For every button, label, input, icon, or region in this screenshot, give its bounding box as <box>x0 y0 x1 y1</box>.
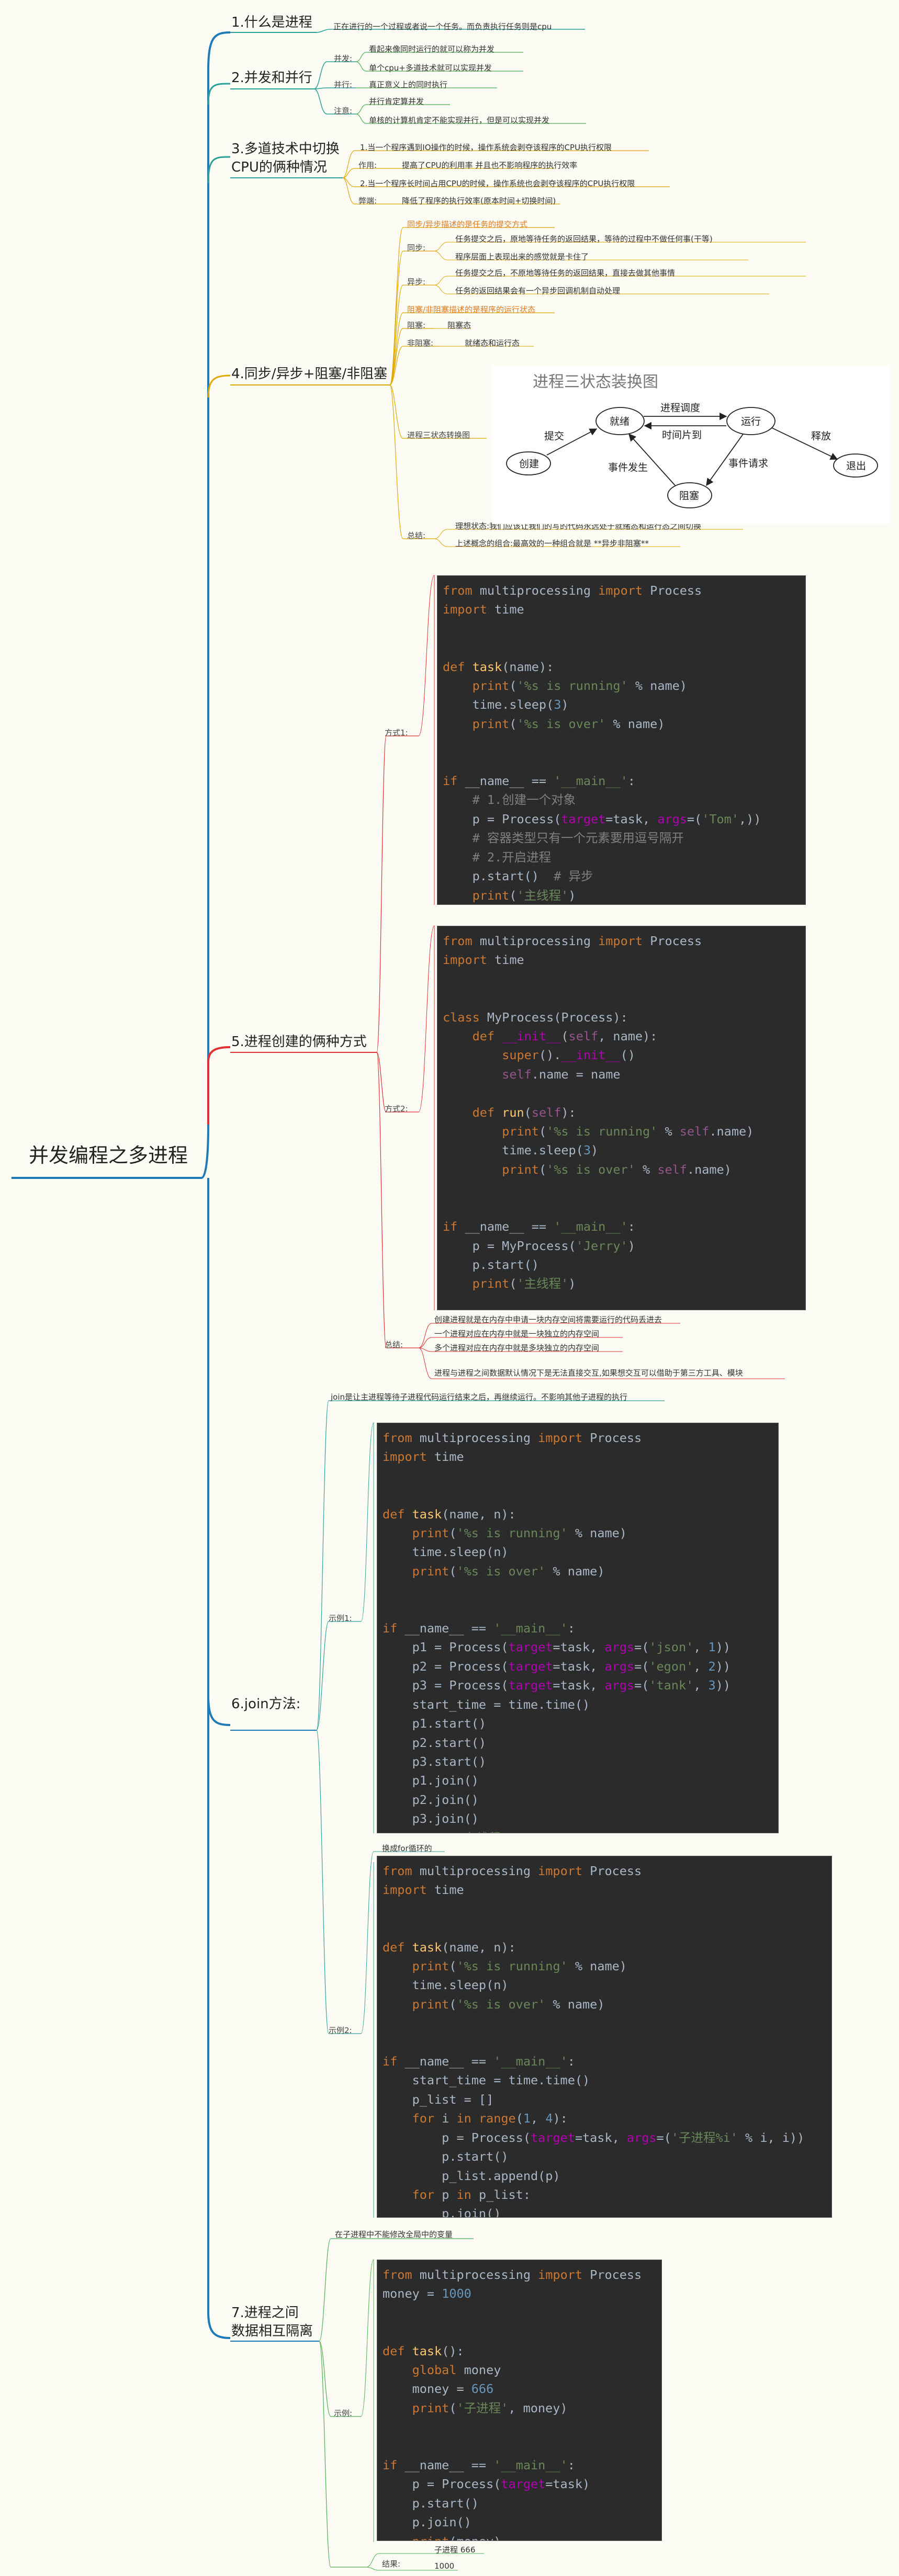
s4-block-label: 阻塞: <box>407 321 426 330</box>
s4-nonblock-item: 就绪态和运行态 <box>465 338 520 348</box>
s3-title-line2: CPU的俩种情况 <box>231 160 327 176</box>
s2-note-label: 注意: <box>334 106 353 116</box>
state-ready-label: 就绪 <box>610 416 630 427</box>
s4-async-label: 异步: <box>407 277 426 287</box>
section-4-title[interactable]: 4.同步/异步+阻塞/非阻塞 <box>231 365 387 383</box>
s6-ex1-label: 示例1: <box>329 1614 352 1623</box>
label-event-request: 事件请求 <box>728 458 768 469</box>
s4-async-item: 任务提交之后，不原地等待任务的返回结果，直接去做其他事情 <box>455 268 676 278</box>
s7-result-item: 子进程 666 <box>434 2545 476 2555</box>
s6-desc: join是让主进程等待子进程代码运行结束之后，再继续运行。不影响其他子进程的执行 <box>331 1392 628 1402</box>
code-block-way2[interactable]: from multiprocessing import Process impo… <box>437 926 806 1310</box>
s5-summary-item: 进程与进程之间数据默认情况下是无法直接交互,如果想交互可以借助于第三方工具、模块 <box>434 1368 743 1378</box>
s3-drawback-label: 弊端: <box>358 196 377 206</box>
s3-effect-label: 作用: <box>358 161 377 170</box>
section-6-title[interactable]: 6.join方法: <box>231 1695 300 1713</box>
s4-sync-item: 程序层面上表现出来的感觉就是卡住了 <box>455 252 589 262</box>
s3-case1: 1.当一个程序遇到IO操作的时候，操作系统会剥夺该程序的CPU执行权限 <box>360 143 612 152</box>
s5-way2-label: 方式2: <box>385 1104 408 1114</box>
label-submit: 提交 <box>544 430 564 442</box>
s3-case2: 2.当一个程序长时间占用CPU的时候，操作系统也会剥夺该程序的CPU执行权限 <box>360 179 635 188</box>
section-1-title[interactable]: 1.什么是进程 <box>231 14 312 32</box>
s4-summary-item: 上述概念的组合:最高效的一种组合就是 **异步非阻塞** <box>455 539 649 548</box>
s4-sync-label: 同步: <box>407 243 426 253</box>
arrow-event-occur <box>628 433 676 486</box>
s5-summary-item: 创建进程就是在内存中申请一块内存空间将需要运行的代码丢进去 <box>434 1315 662 1324</box>
s2-parallel-label: 并行: <box>334 80 353 89</box>
code-block-join-ex1[interactable]: from multiprocessing import Process impo… <box>377 1423 779 1833</box>
s4-sync-header: 同步/异步描述的是任务的提交方式 <box>407 220 528 229</box>
s5-summary-item: 多个进程对应在内存中就是多块独立的内存空间 <box>434 1343 600 1353</box>
label-event-occur: 事件发生 <box>608 462 648 473</box>
state-running-label: 运行 <box>741 416 761 427</box>
s4-diagram-label: 进程三状态转换图 <box>407 430 470 440</box>
section-2-title[interactable]: 2.并发和并行 <box>231 69 312 87</box>
s2-note-item: 并行肯定算并发 <box>369 97 424 106</box>
s3-title-line1: 3.多道技术中切换 <box>231 141 340 157</box>
s6-ex2-note: 换成for循环的 <box>382 1844 432 1853</box>
s7-ex-label: 示例: <box>334 2409 353 2418</box>
s2-concurrent-label: 并发: <box>334 54 353 63</box>
s2-parallel-item: 真正意义上的同时执行 <box>369 80 448 89</box>
s7-result-item: 1000 <box>434 2561 455 2571</box>
label-schedule: 进程调度 <box>660 402 700 414</box>
label-release: 释放 <box>811 430 831 442</box>
label-timeslice: 时间片到 <box>662 429 702 441</box>
s4-nonblock-label: 非阻塞: <box>407 338 434 348</box>
s4-block-item: 阻塞态 <box>447 321 471 330</box>
s5-way1-label: 方式1: <box>385 728 408 737</box>
code-block-isolation[interactable]: from multiprocessing import Process mone… <box>377 2260 662 2541</box>
s5-summary-item: 一个进程对应在内存中就是一块独立的内存空间 <box>434 1329 600 1338</box>
code-block-way1[interactable]: from multiprocessing import Process impo… <box>437 575 806 905</box>
section-3-title[interactable]: 3.多道技术中切换 CPU的俩种情况 <box>231 140 340 177</box>
s7-title-line2: 数据相互隔离 <box>231 2323 313 2340</box>
s7-title-line1: 7.进程之间 <box>231 2305 299 2321</box>
s4-async-item: 任务的返回结果会有一个异步回调机制自动处理 <box>455 286 621 296</box>
root-topic[interactable]: 并发编程之多进程 <box>29 1144 188 1168</box>
s3-effect: 提高了CPU的利用率 并且也不影响程序的执行效率 <box>402 161 578 170</box>
s4-summary-label: 总结: <box>407 531 426 540</box>
s5-summary-label: 总结: <box>385 1340 403 1349</box>
s7-result-label: 结果: <box>382 2559 401 2569</box>
state-create-label: 创建 <box>519 458 539 470</box>
process-state-diagram: 进程三状态装换图 创建 就绪 运行 阻塞 退出 提交 进程调度 时间片到 释放 … <box>492 366 890 524</box>
state-exit-label: 退出 <box>846 460 866 472</box>
s1-leaf: 正在进行的一个过程或者说一个任务。而负责执行任务则是cpu <box>333 22 552 31</box>
s7-desc: 在子进程中不能修改全局中的变量 <box>335 2230 453 2239</box>
state-blocked-label: 阻塞 <box>679 490 699 502</box>
s4-sync-item: 任务提交之后，原地等待任务的返回结果，等待的过程中不做任何事(干等) <box>455 234 713 244</box>
section-7-title[interactable]: 7.进程之间 数据相互隔离 <box>231 2304 313 2341</box>
state-diagram-title: 进程三状态装换图 <box>533 373 658 391</box>
s6-ex2-label: 示例2: <box>329 2026 352 2035</box>
s2-note-item: 单核的计算机肯定不能实现并行，但是可以实现并发 <box>369 116 550 125</box>
s3-drawback: 降低了程序的执行效率(原本时间+切换时间) <box>402 196 556 206</box>
s4-block-header: 阻塞/非阻塞描述的是程序的运行状态 <box>407 305 536 314</box>
s2-concurrent-item: 看起来像同时运行的就可以称为并发 <box>369 44 495 54</box>
section-5-title[interactable]: 5.进程创建的俩种方式 <box>231 1033 367 1051</box>
s2-concurrent-item: 单个cpu+多道技术就可以实现并发 <box>369 63 492 73</box>
code-block-join-ex2[interactable]: from multiprocessing import Process impo… <box>377 1856 832 2218</box>
